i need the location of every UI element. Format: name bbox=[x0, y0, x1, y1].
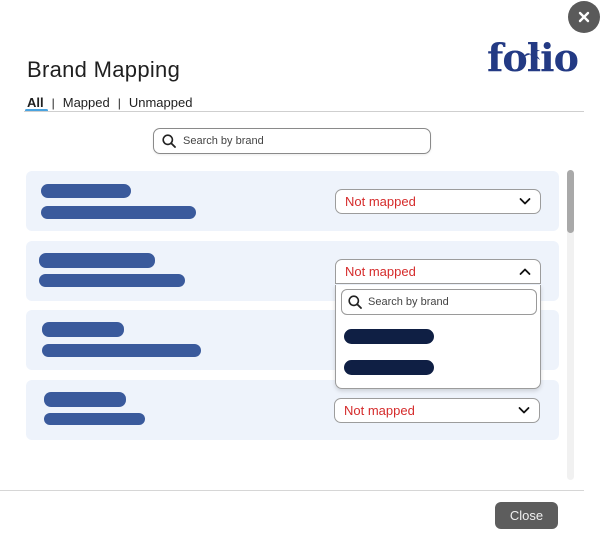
tab-mapped[interactable]: Mapped bbox=[63, 95, 110, 110]
search-icon bbox=[348, 295, 362, 309]
tab-separator: | bbox=[117, 95, 121, 110]
mapping-select[interactable]: Not mapped bbox=[334, 398, 540, 423]
redacted-brand-detail bbox=[39, 274, 185, 287]
mapping-select-open[interactable]: Not mapped bbox=[335, 259, 541, 284]
tab-separator: | bbox=[51, 95, 55, 110]
redacted-brand-detail bbox=[41, 206, 196, 219]
palm-leaf-icon bbox=[524, 50, 540, 68]
redacted-brand-detail bbox=[42, 344, 201, 357]
page-title: Brand Mapping bbox=[27, 57, 181, 82]
chevron-up-icon bbox=[519, 268, 531, 275]
tab-all[interactable]: All bbox=[27, 95, 44, 110]
close-icon bbox=[578, 11, 590, 23]
brand-logo: folio bbox=[487, 36, 579, 82]
redacted-brand-name bbox=[39, 253, 155, 268]
dropdown-option[interactable] bbox=[344, 329, 434, 344]
mapping-status: Not mapped bbox=[344, 403, 415, 418]
dropdown-search-input[interactable] bbox=[368, 296, 528, 308]
filter-tabs: All | Mapped | Unmapped bbox=[27, 95, 192, 110]
list-scrollbar-thumb[interactable] bbox=[567, 170, 574, 233]
close-button[interactable]: Close bbox=[495, 502, 558, 529]
redacted-brand-name bbox=[44, 392, 126, 407]
header-divider bbox=[24, 111, 584, 112]
mapping-status: Not mapped bbox=[345, 264, 416, 279]
footer-divider bbox=[0, 490, 584, 491]
search-icon bbox=[162, 134, 176, 148]
redacted-brand-name bbox=[42, 322, 124, 337]
brand-search-input[interactable] bbox=[183, 135, 403, 147]
tab-unmapped[interactable]: Unmapped bbox=[129, 95, 193, 110]
redacted-brand-detail bbox=[44, 413, 145, 425]
brand-search-box[interactable] bbox=[153, 128, 431, 154]
dropdown-option[interactable] bbox=[344, 360, 434, 375]
redacted-brand-name bbox=[41, 184, 131, 198]
mapping-status: Not mapped bbox=[345, 194, 416, 209]
dropdown-search-box[interactable] bbox=[341, 289, 537, 315]
mapping-select[interactable]: Not mapped bbox=[335, 189, 541, 214]
chevron-down-icon bbox=[518, 407, 530, 414]
brand-dropdown-panel bbox=[335, 285, 541, 389]
chevron-down-icon bbox=[519, 198, 531, 205]
dialog-close-icon-button[interactable] bbox=[568, 1, 600, 33]
